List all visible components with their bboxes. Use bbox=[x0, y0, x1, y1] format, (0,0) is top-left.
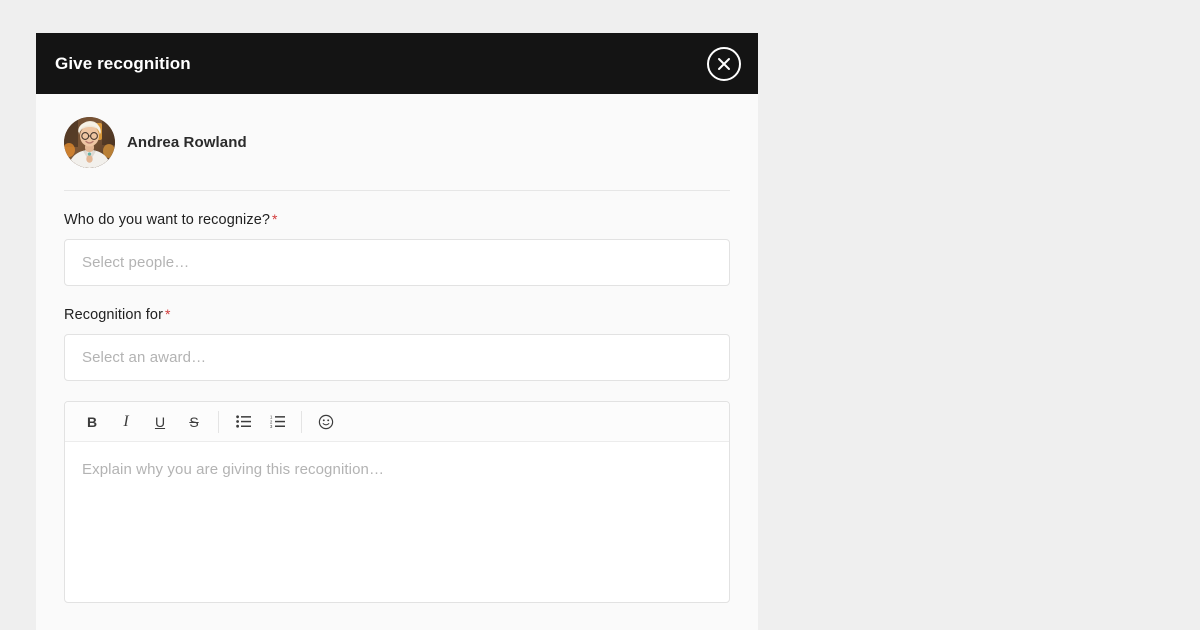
close-x-glyph bbox=[718, 57, 730, 70]
italic-icon[interactable]: I bbox=[109, 407, 143, 437]
give-recognition-modal: Give recognition Andrea Rowland Who do y… bbox=[36, 33, 758, 630]
emoji-smiley-glyph bbox=[318, 414, 334, 429]
recognition-message-textarea[interactable]: Explain why you are giving this recognit… bbox=[65, 442, 729, 602]
author-row: Andrea Rowland bbox=[64, 94, 730, 190]
modal-title: Give recognition bbox=[55, 53, 191, 73]
close-icon[interactable] bbox=[707, 46, 741, 81]
toolbar-divider bbox=[301, 410, 302, 433]
field-label-text: Recognition for bbox=[64, 307, 164, 323]
bulleted-list-glyph bbox=[235, 415, 251, 428]
select-award-input[interactable]: Select an award… bbox=[64, 334, 730, 381]
avatar bbox=[64, 117, 115, 168]
field-label-recognition-for: Recognition for * bbox=[64, 306, 730, 323]
field-recognition-for: Recognition for * Select an award… bbox=[64, 286, 730, 381]
select-people-input[interactable]: Select people… bbox=[64, 239, 730, 286]
required-asterisk: * bbox=[165, 306, 171, 322]
strikethrough-icon[interactable]: S bbox=[177, 407, 211, 437]
user-photo-avatar-image bbox=[64, 117, 115, 168]
editor-toolbar: B I U S 1 2 3 bbox=[65, 402, 729, 442]
author-name: Andrea Rowland bbox=[127, 134, 247, 151]
modal-body: Andrea Rowland Who do you want to recogn… bbox=[36, 94, 758, 603]
underline-icon[interactable]: U bbox=[143, 407, 177, 437]
toolbar-divider bbox=[218, 410, 219, 433]
numbered-list-icon[interactable]: 1 2 3 bbox=[260, 407, 294, 437]
bold-icon[interactable]: B bbox=[75, 407, 109, 437]
field-recognize-people: Who do you want to recognize? * Select pe… bbox=[64, 191, 730, 286]
recognition-message-editor: B I U S 1 2 3 Explain why you are giving… bbox=[64, 401, 730, 603]
required-asterisk: * bbox=[272, 211, 278, 227]
field-label-text: Who do you want to recognize? bbox=[64, 212, 271, 228]
modal-header: Give recognition bbox=[36, 33, 758, 94]
field-label-recognize-people: Who do you want to recognize? * bbox=[64, 211, 730, 228]
emoji-smiley-icon[interactable] bbox=[309, 407, 343, 437]
bulleted-list-icon[interactable] bbox=[226, 407, 260, 437]
svg-text:3: 3 bbox=[270, 424, 273, 428]
numbered-list-glyph: 1 2 3 bbox=[270, 415, 285, 428]
